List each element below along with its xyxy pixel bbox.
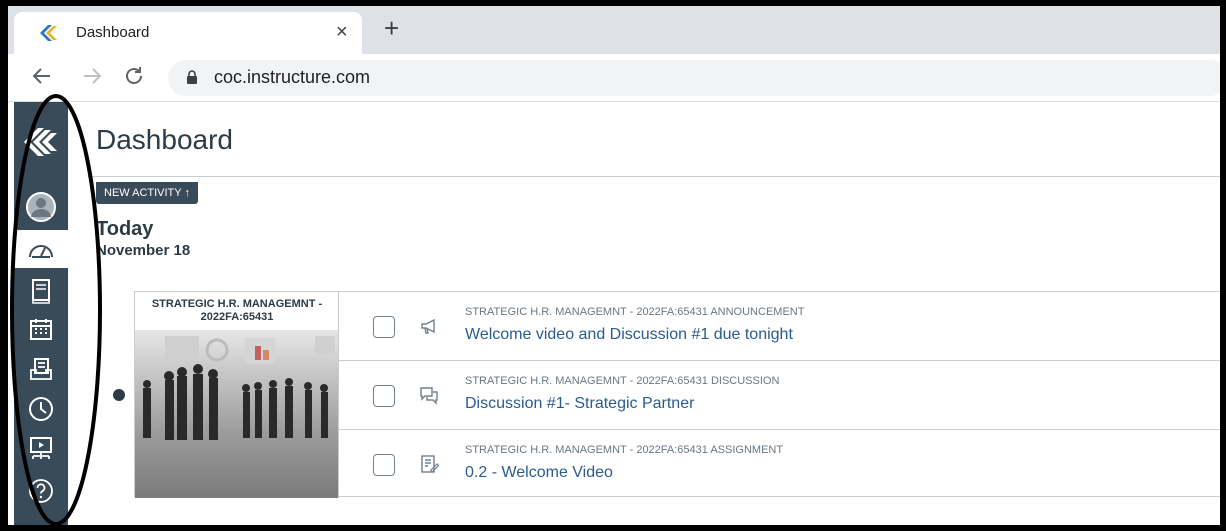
canvas-logo-icon[interactable] bbox=[14, 120, 68, 164]
browser-tab[interactable]: Dashboard × bbox=[14, 12, 362, 54]
activity-item: STRATEGIC H.R. MANAGEMNT - 2022FA:65431 … bbox=[339, 361, 1220, 430]
global-navigation bbox=[14, 102, 68, 525]
item-title-link[interactable]: 0.2 - Welcome Video bbox=[465, 464, 613, 482]
course-image bbox=[135, 330, 338, 498]
url-text: coc.instructure.com bbox=[214, 67, 371, 87]
mark-complete-checkbox[interactable] bbox=[373, 454, 395, 476]
inbox-icon[interactable] bbox=[14, 350, 68, 388]
item-title-link[interactable]: Welcome video and Discussion #1 due toni… bbox=[465, 326, 793, 344]
item-context: STRATEGIC H.R. MANAGEMNT - 2022FA:65431 … bbox=[465, 306, 805, 318]
address-bar[interactable]: coc.instructure.com bbox=[168, 60, 1220, 96]
lock-icon bbox=[187, 70, 197, 84]
studio-icon[interactable] bbox=[14, 430, 68, 468]
course-tile[interactable]: STRATEGIC H.R. MANAGEMNT - 2022FA:65431 bbox=[135, 292, 339, 498]
mark-complete-checkbox[interactable] bbox=[373, 316, 395, 338]
browser-window: Dashboard × + coc.instructure.com Dashbo… bbox=[8, 6, 1220, 525]
calendar-icon[interactable] bbox=[14, 310, 68, 348]
close-icon[interactable]: × bbox=[336, 20, 348, 44]
assignment-icon bbox=[421, 455, 439, 473]
forward-arrow-icon[interactable] bbox=[80, 64, 104, 88]
browser-toolbar: coc.instructure.com bbox=[8, 54, 1220, 102]
item-context: STRATEGIC H.R. MANAGEMNT - 2022FA:65431 … bbox=[465, 444, 784, 456]
reload-icon[interactable] bbox=[122, 64, 146, 88]
tab-title: Dashboard bbox=[76, 24, 150, 41]
main-content: Dashboard NEW ACTIVITY ↑ Today November … bbox=[68, 102, 1220, 525]
back-arrow-icon[interactable] bbox=[30, 64, 54, 88]
tab-strip: Dashboard × + bbox=[8, 6, 1220, 54]
divider bbox=[88, 176, 1220, 177]
help-icon[interactable] bbox=[14, 472, 68, 510]
discussion-icon bbox=[420, 387, 438, 405]
date-heading: November 18 bbox=[96, 242, 191, 259]
item-context: STRATEGIC H.R. MANAGEMNT - 2022FA:65431 … bbox=[465, 375, 780, 387]
new-tab-button[interactable]: + bbox=[384, 14, 399, 42]
announcement-icon bbox=[421, 318, 435, 334]
courses-icon[interactable] bbox=[14, 272, 68, 310]
activity-item: STRATEGIC H.R. MANAGEMNT - 2022FA:65431 … bbox=[339, 292, 1220, 361]
timeline-dot bbox=[113, 389, 125, 401]
item-title-link[interactable]: Discussion #1- Strategic Partner bbox=[465, 395, 694, 413]
today-heading: Today bbox=[96, 218, 154, 240]
new-activity-button[interactable]: NEW ACTIVITY ↑ bbox=[96, 182, 198, 204]
mark-complete-checkbox[interactable] bbox=[373, 385, 395, 407]
avatar-icon[interactable] bbox=[14, 188, 68, 226]
clock-icon[interactable] bbox=[14, 390, 68, 428]
course-activity-card: STRATEGIC H.R. MANAGEMNT - 2022FA:65431 bbox=[134, 291, 1220, 499]
page-title: Dashboard bbox=[96, 124, 233, 155]
dashboard-icon[interactable] bbox=[14, 230, 68, 268]
course-label: STRATEGIC H.R. MANAGEMNT - 2022FA:65431 bbox=[135, 292, 338, 330]
canvas-favicon-icon bbox=[40, 25, 57, 41]
activity-item: STRATEGIC H.R. MANAGEMNT - 2022FA:65431 … bbox=[339, 430, 1220, 499]
